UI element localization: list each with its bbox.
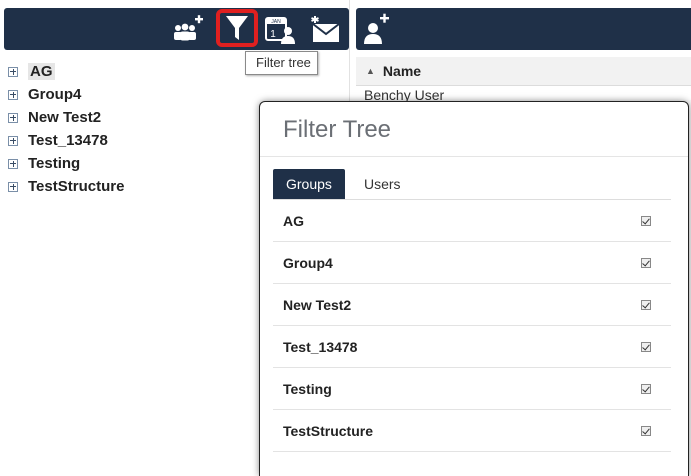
expand-icon[interactable] [8, 66, 18, 77]
tree-item[interactable]: Test_13478 [8, 129, 124, 152]
expand-icon[interactable] [8, 112, 18, 123]
expand-icon[interactable] [8, 181, 18, 192]
tree-item[interactable]: New Test2 [8, 106, 124, 129]
tab-groups[interactable]: Groups [273, 169, 345, 199]
tab-users[interactable]: Users [351, 169, 414, 199]
send-message-icon[interactable] [309, 12, 343, 46]
group-label: New Test2 [283, 296, 352, 313]
tree-item-label: New Test2 [28, 109, 102, 126]
tree-item[interactable]: Testing [8, 152, 124, 175]
calendar-user-icon[interactable]: JAN 1 [263, 12, 297, 46]
group-checkbox[interactable] [641, 215, 651, 226]
tree-item-label: TestStructure [28, 178, 125, 195]
add-user-icon[interactable] [360, 12, 394, 46]
group-filter-row: Testing [273, 368, 671, 410]
filter-tree-dialog: Filter Tree Groups Users AG Group4 New T… [260, 102, 688, 476]
group-label: Testing [283, 380, 332, 397]
calendar-month-text: JAN [271, 19, 281, 25]
group-filter-row: Test_13478 [273, 326, 671, 368]
group-label: TestStructure [283, 422, 373, 439]
tree-item-label: Testing [28, 155, 81, 172]
group-tree: AG Group4 New Test2 Test_13478 Testing T… [8, 60, 124, 198]
tree-item-label: Test_13478 [28, 132, 108, 149]
group-filter-row: New Test2 [273, 284, 671, 326]
group-label: Test_13478 [283, 338, 358, 355]
tree-item-label: AG [28, 63, 55, 80]
filter-icon [226, 16, 248, 40]
group-filter-list: AG Group4 New Test2 Test_13478 Testing T… [273, 200, 671, 452]
dialog-tabs: Groups Users [273, 169, 671, 200]
sort-ascending-icon: ▲ [366, 66, 375, 76]
name-column-header[interactable]: ▲ Name [356, 57, 691, 86]
tree-item-label: Group4 [28, 86, 82, 103]
group-filter-row: TestStructure [273, 410, 671, 452]
tree-item[interactable]: TestStructure [8, 175, 124, 198]
divider [260, 156, 688, 157]
tree-item[interactable]: Group4 [8, 83, 124, 106]
group-filter-row: Group4 [273, 242, 671, 284]
group-checkbox[interactable] [641, 257, 651, 268]
group-filter-row: AG [273, 200, 671, 242]
right-toolbar [356, 8, 691, 50]
group-checkbox[interactable] [641, 425, 651, 436]
group-checkbox[interactable] [641, 383, 651, 394]
group-checkbox[interactable] [641, 341, 651, 352]
left-toolbar: JAN 1 [4, 8, 349, 50]
group-label: Group4 [283, 254, 333, 271]
filter-tree-tooltip: Filter tree [245, 51, 318, 75]
expand-icon[interactable] [8, 135, 18, 146]
expand-icon[interactable] [8, 158, 18, 169]
tree-item[interactable]: AG [8, 60, 124, 83]
list-item[interactable]: Benchy User [364, 87, 444, 103]
group-checkbox[interactable] [641, 299, 651, 310]
column-header-label: Name [382, 63, 422, 79]
add-group-icon[interactable] [170, 12, 204, 46]
group-label: AG [283, 212, 304, 229]
expand-icon[interactable] [8, 89, 18, 100]
filter-tree-button[interactable] [216, 9, 258, 47]
dialog-title: Filter Tree [283, 116, 392, 143]
calendar-day-text: 1 [270, 29, 276, 40]
